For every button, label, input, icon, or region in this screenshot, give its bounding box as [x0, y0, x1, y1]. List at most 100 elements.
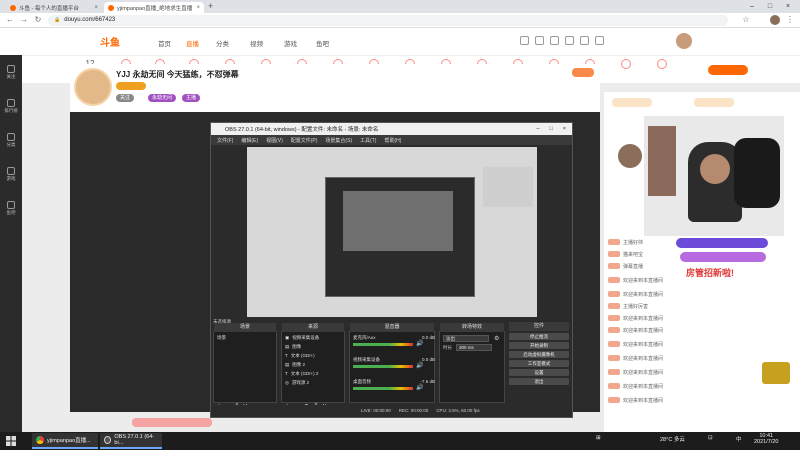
chat-line: 弹幕直播	[608, 262, 643, 270]
close-window-icon[interactable]: ×	[563, 126, 566, 132]
rail-yuba[interactable]: 鱼吧	[2, 199, 20, 221]
chat-avatar[interactable]	[618, 144, 642, 168]
nav-category[interactable]: 分类	[216, 38, 229, 48]
bookmark-star-icon[interactable]: ☆	[740, 14, 752, 26]
douyu-favicon-icon	[108, 4, 114, 11]
source-item[interactable]: ▤ 图像	[285, 343, 301, 350]
windows-start-icon[interactable]	[6, 436, 16, 446]
gear-icon[interactable]: ⚙	[494, 335, 499, 342]
clock[interactable]: 10:41 2021/7/20	[754, 433, 778, 445]
nav-game[interactable]: 游戏	[284, 38, 297, 48]
chat-line: 欢迎来到本直播间	[608, 276, 663, 284]
rail-category[interactable]: 分类	[2, 131, 20, 153]
nav-video[interactable]: 视频	[250, 38, 263, 48]
network-icon[interactable]: ⊡	[708, 435, 713, 441]
settings-button[interactable]: 设置	[509, 369, 569, 376]
user-avatar[interactable]	[676, 33, 692, 49]
left-rail: 关注 排行榜 分类 游戏 鱼吧	[0, 55, 22, 432]
duration-input[interactable]: 300 ms	[456, 344, 492, 351]
close-window-icon[interactable]: ×	[780, 0, 796, 13]
follow-icon[interactable]	[535, 36, 544, 45]
live-timer: LIVE: 00:00:00	[361, 407, 391, 413]
menu-profile[interactable]: 配置文件(P)	[291, 137, 318, 144]
tab-live-room[interactable]: yjimpanpao直播_绝地求生直播 ×	[104, 2, 204, 13]
tag-chip[interactable]: 主播	[182, 94, 201, 102]
menu-edit[interactable]: 编辑(E)	[241, 137, 258, 144]
start-recording-button[interactable]: 开始录制	[509, 342, 569, 349]
level-badge-icon	[608, 251, 620, 257]
forward-icon[interactable]: →	[18, 14, 30, 26]
chat-line: 欢迎来到本直播间	[608, 340, 663, 348]
chat-line: 主播好帅	[608, 238, 643, 246]
reload-icon[interactable]: ↻	[32, 14, 44, 26]
webcam-overlay	[644, 116, 784, 236]
douyu-logo[interactable]: 斗鱼	[100, 34, 120, 49]
obs-preview[interactable]	[247, 147, 537, 317]
exit-button[interactable]: 退出	[509, 378, 569, 385]
gift-icon[interactable]	[595, 36, 604, 45]
message-icon[interactable]	[565, 36, 574, 45]
obs-menubar: 文件(F) 编辑(E) 视图(V) 配置文件(P) 场景集合(S) 工具(T) …	[211, 135, 572, 145]
category-icon	[657, 59, 667, 69]
close-tab-icon[interactable]: ×	[196, 5, 200, 11]
scene-item[interactable]: 场景	[217, 334, 226, 341]
tag-chip[interactable]: 永劫无间	[148, 94, 177, 102]
rail-rank[interactable]: 排行榜	[2, 97, 20, 119]
pc-client-button[interactable]	[708, 65, 748, 75]
virtual-camera-button[interactable]: 启动虚拟摄像机	[509, 351, 569, 358]
chat-tab[interactable]	[694, 98, 734, 107]
menu-help[interactable]: 帮助(H)	[384, 137, 401, 144]
follow-button[interactable]: 关注	[116, 94, 135, 102]
new-tab-button[interactable]: +	[208, 1, 213, 11]
profile-avatar[interactable]	[770, 15, 780, 25]
source-item[interactable]: T 文本 (GDI+)	[285, 352, 315, 359]
transition-select[interactable]: 淡出	[443, 335, 489, 342]
sources-header: 来源	[282, 323, 344, 332]
menu-tools[interactable]: 工具(T)	[360, 137, 376, 144]
menu-file[interactable]: 文件(F)	[217, 137, 233, 144]
event-badge-icon[interactable]	[762, 362, 790, 384]
tab-douyu-home[interactable]: 斗鱼 - 每个人的直播平台 ×	[6, 2, 102, 13]
menu-scene-collection[interactable]: 场景集合(S)	[325, 137, 352, 144]
taskbar-obs[interactable]: OBS 27.0.1 (64-bi...	[100, 433, 162, 449]
chat-line: 欢迎来到本直播间	[608, 396, 663, 404]
nav-yuba[interactable]: 鱼吧	[316, 38, 329, 48]
back-icon[interactable]: ←	[4, 14, 16, 26]
rail-follow[interactable]: 关注	[2, 63, 20, 85]
source-item[interactable]: ▣ 视频采集设备	[285, 334, 319, 341]
history-icon[interactable]	[520, 36, 529, 45]
category-item[interactable]	[650, 59, 674, 71]
minimize-icon[interactable]: –	[536, 126, 539, 132]
nav-live[interactable]: 直播	[186, 38, 199, 48]
source-item[interactable]: T 文本 (GDI+) 2	[285, 370, 318, 377]
minimize-icon[interactable]: –	[744, 0, 760, 13]
report-button[interactable]	[572, 68, 594, 77]
studio-mode-button[interactable]: 工作室模式	[509, 360, 569, 367]
menu-view[interactable]: 视图(V)	[266, 137, 283, 144]
rail-game[interactable]: 游戏	[2, 165, 20, 187]
menu-dots-icon[interactable]: ⋮	[784, 14, 796, 26]
source-item[interactable]: ◎ 游戏源 2	[285, 379, 309, 386]
chat-tab[interactable]	[612, 98, 652, 107]
input-lang[interactable]: 中	[736, 435, 742, 443]
maximize-icon[interactable]: □	[762, 0, 778, 13]
taskbar-chrome[interactable]: yjimpanpao直播...	[32, 433, 98, 449]
tray-icons[interactable]: ⊞	[596, 435, 601, 441]
close-tab-icon[interactable]: ×	[94, 5, 98, 11]
weather[interactable]: 28°C 多云	[660, 435, 685, 443]
nav-home[interactable]: 首页	[158, 38, 171, 48]
task-icon[interactable]	[580, 36, 589, 45]
speaker-icon[interactable]: 🔊	[416, 384, 423, 391]
download-icon[interactable]	[550, 36, 559, 45]
pink-tip-chip[interactable]	[132, 418, 212, 427]
address-bar[interactable]: 🔒 douyu.com/667423	[48, 14, 728, 26]
recruit-banner: 房管招新啦!	[686, 268, 734, 278]
speaker-icon[interactable]: 🔊	[416, 340, 423, 347]
stop-streaming-button[interactable]: 停止推流	[509, 333, 569, 340]
category-item[interactable]	[614, 59, 638, 71]
speaker-icon[interactable]: 🔊	[416, 362, 423, 369]
url-text: douyu.com/667423	[64, 17, 116, 23]
source-item[interactable]: ▤ 图像 2	[285, 361, 305, 368]
streamer-avatar[interactable]	[74, 68, 112, 106]
maximize-icon[interactable]: □	[549, 126, 552, 132]
